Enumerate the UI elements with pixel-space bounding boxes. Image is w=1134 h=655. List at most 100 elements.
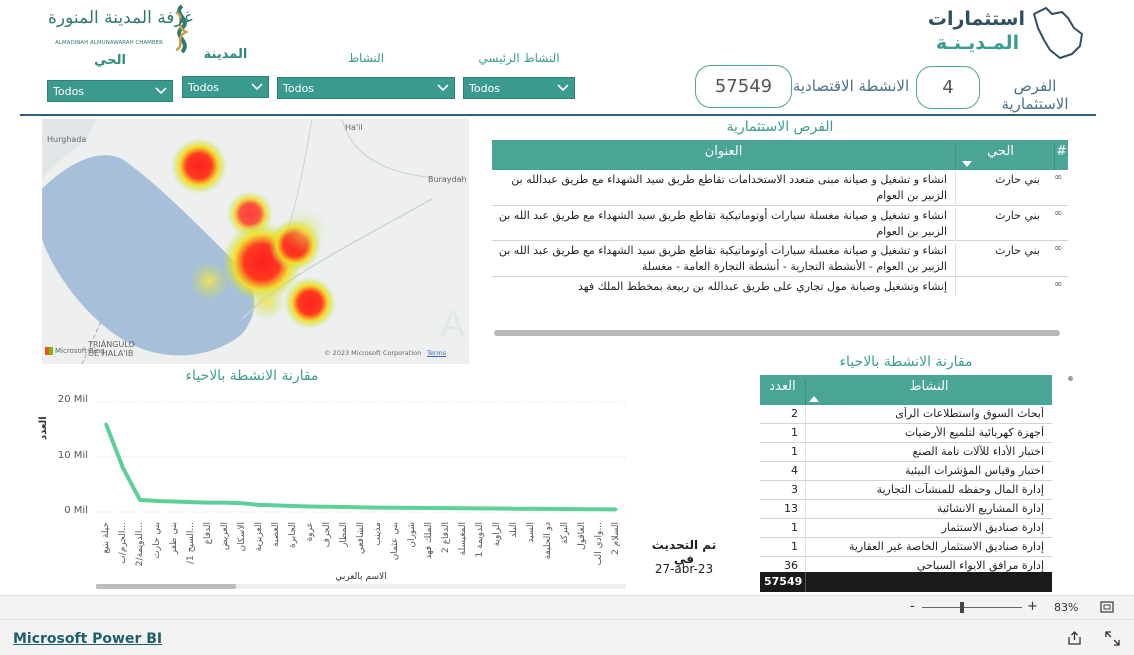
data-point[interactable] — [427, 506, 431, 510]
activities-kpi-card: 57549 — [695, 65, 792, 108]
table-row[interactable]: 1 أجهزة كهربائية لتلميع الأرضيات — [760, 424, 1052, 443]
data-point[interactable] — [461, 506, 465, 510]
activity-cell: اختبار وقياس المؤشرات البيئية — [904, 464, 1044, 477]
main-activity-dropdown[interactable]: Todos — [463, 77, 575, 99]
table-row[interactable]: انشاء و تشغيل و صيانة مغسلة سيارات أوتوم… — [492, 206, 1068, 241]
address-cell: انشاء و تشغيل و صيانة مبنى متعدد الاستخد… — [511, 173, 947, 202]
city-dropdown[interactable]: Todos — [182, 76, 269, 98]
table-row[interactable]: انشاء و تشغيل و صيانة مبنى متعدد الاستخد… — [492, 170, 1068, 206]
data-point[interactable] — [376, 506, 380, 510]
fullscreen-icon[interactable] — [1105, 631, 1120, 646]
y-tick-label: 20 Mil — [57, 394, 88, 405]
table-row[interactable]: 13 إدارة المشاريع الانشائية — [760, 500, 1052, 519]
zoom-slider-track[interactable] — [922, 607, 1022, 608]
data-point[interactable] — [257, 503, 261, 507]
data-point[interactable] — [495, 507, 499, 511]
activities-total-row: 57549 — [760, 572, 1052, 592]
data-point[interactable] — [410, 506, 414, 510]
data-point[interactable] — [223, 501, 227, 505]
table-row[interactable]: 36 إدارة مرافق الايواء السياحي — [760, 557, 1052, 572]
data-point[interactable] — [240, 501, 244, 505]
fit-to-page-icon[interactable] — [1100, 601, 1114, 613]
chart-scroll-track[interactable] — [96, 584, 626, 589]
data-point[interactable] — [512, 507, 516, 511]
footer-bar: Microsoft Power BI — [0, 619, 1134, 655]
activity-cell: إدارة المال وحفظه للمنشآت التجارية — [876, 483, 1044, 496]
district-cell: بني حارث — [955, 243, 1045, 277]
table-row[interactable]: 1 إدارة صناديق الاستثمار الخاصة غير العقا… — [760, 538, 1052, 557]
data-point[interactable] — [325, 505, 329, 509]
chart-scroll-thumb[interactable] — [96, 584, 236, 589]
data-point[interactable] — [189, 500, 193, 504]
link-icon[interactable]: ∞ — [1054, 279, 1062, 290]
opportunities-table-scrollbar[interactable] — [494, 330, 1060, 336]
count-cell: 36 — [784, 559, 798, 572]
heat-map[interactable]: A Ha'il Hurghada Buraydah TRIÁNGULO DE H… — [42, 119, 469, 364]
map-terms-link[interactable]: Terms — [427, 349, 446, 357]
table-row[interactable]: 4 اختبار وقياس المؤشرات البيئية — [760, 462, 1052, 481]
data-point[interactable] — [342, 505, 346, 509]
heat-blob — [189, 261, 229, 301]
x-tick-labels: حيلة بنيع ...الحرم/ب ...الدويمة/2 بني حارث ب… — [96, 522, 626, 572]
link-icon[interactable]: ∞ — [1054, 243, 1062, 254]
district-dropdown[interactable]: Todos — [47, 80, 173, 102]
zoom-out-button[interactable]: - — [910, 599, 915, 614]
table-row[interactable]: 1 اختبار الأداء للآلات تامة الصنع — [760, 443, 1052, 462]
district-dropdown-value: Todos — [53, 84, 85, 98]
table-row[interactable]: 1 إدارة صناديق الاستثمار — [760, 519, 1052, 538]
data-point[interactable] — [546, 507, 550, 511]
bing-logo: Microsoft Bing — [45, 347, 105, 355]
sort-down-icon[interactable] — [962, 161, 972, 167]
city-filter-label: المدينة — [203, 47, 248, 62]
table-row[interactable]: 3 إدارة المال وحفظه للمنشآت التجارية — [760, 481, 1052, 500]
table-row[interactable]: انشاء و تشغيل و صيانة مغسلة سيارات أوتوم… — [492, 241, 1068, 277]
opportunities-table-body[interactable]: انشاء و تشغيل و صيانة مبنى متعدد الاستخد… — [492, 170, 1068, 296]
activities-table-body[interactable]: 2 أبحاث السوق واستطلاعات الرأى 1 أجهزة كهرب… — [760, 405, 1052, 572]
more-options-dot[interactable] — [1068, 376, 1073, 381]
data-point[interactable] — [444, 506, 448, 510]
data-point[interactable] — [206, 501, 210, 505]
data-point[interactable] — [614, 507, 618, 511]
data-point[interactable] — [104, 422, 108, 426]
data-point[interactable] — [155, 499, 159, 503]
chamber-name-ar: غرفة المدينة المنورة — [48, 8, 193, 28]
data-point[interactable] — [580, 507, 584, 511]
data-point[interactable] — [308, 505, 312, 508]
column-header-num: # — [1054, 144, 1068, 170]
link-icon[interactable]: ∞ — [1054, 208, 1062, 219]
data-point[interactable] — [359, 505, 363, 509]
table-row[interactable]: إنشاء وتشغيل وصيانة مول تجاري على طريق ع… — [492, 277, 1068, 296]
link-icon[interactable]: ∞ — [1054, 172, 1062, 183]
data-point[interactable] — [529, 507, 533, 511]
activity-dropdown[interactable]: Todos — [277, 77, 455, 99]
share-icon[interactable] — [1067, 631, 1082, 645]
data-point[interactable] — [138, 498, 142, 502]
zoom-in-button[interactable]: + — [1027, 599, 1038, 614]
data-point[interactable] — [563, 507, 567, 511]
data-point[interactable] — [597, 507, 601, 511]
svg-text:A: A — [440, 304, 466, 346]
count-cell: 4 — [791, 464, 798, 477]
x-tick-label: الجابرة — [288, 522, 298, 548]
series-line[interactable] — [104, 423, 617, 512]
data-point[interactable] — [478, 506, 482, 510]
data-point[interactable] — [291, 504, 295, 508]
data-point[interactable] — [121, 466, 125, 470]
header-divider — [20, 114, 1096, 116]
column-header-address[interactable]: العنوان — [492, 144, 955, 159]
line-chart-plot[interactable] — [96, 392, 626, 522]
x-tick-label: المطار — [339, 522, 349, 547]
data-point[interactable] — [393, 506, 397, 510]
data-point[interactable] — [274, 503, 278, 507]
column-header-activity[interactable]: النشاط — [805, 379, 1052, 405]
column-header-count[interactable]: العدد — [760, 379, 805, 394]
line-chart-title: مقارنة الانشطة بالاحياء — [185, 368, 319, 384]
data-point[interactable] — [172, 500, 176, 504]
chamber-logo: غرفة المدينة المنورة ALMADINAH ALMUNAWAR… — [48, 4, 198, 56]
power-bi-link[interactable]: Microsoft Power BI — [13, 631, 162, 647]
zoom-slider-handle[interactable] — [960, 602, 964, 613]
table-row[interactable]: 2 أبحاث السوق واستطلاعات الرأى — [760, 405, 1052, 424]
sort-up-icon[interactable] — [809, 396, 819, 402]
chevron-down-icon — [557, 84, 569, 92]
count-cell: 1 — [791, 540, 798, 553]
